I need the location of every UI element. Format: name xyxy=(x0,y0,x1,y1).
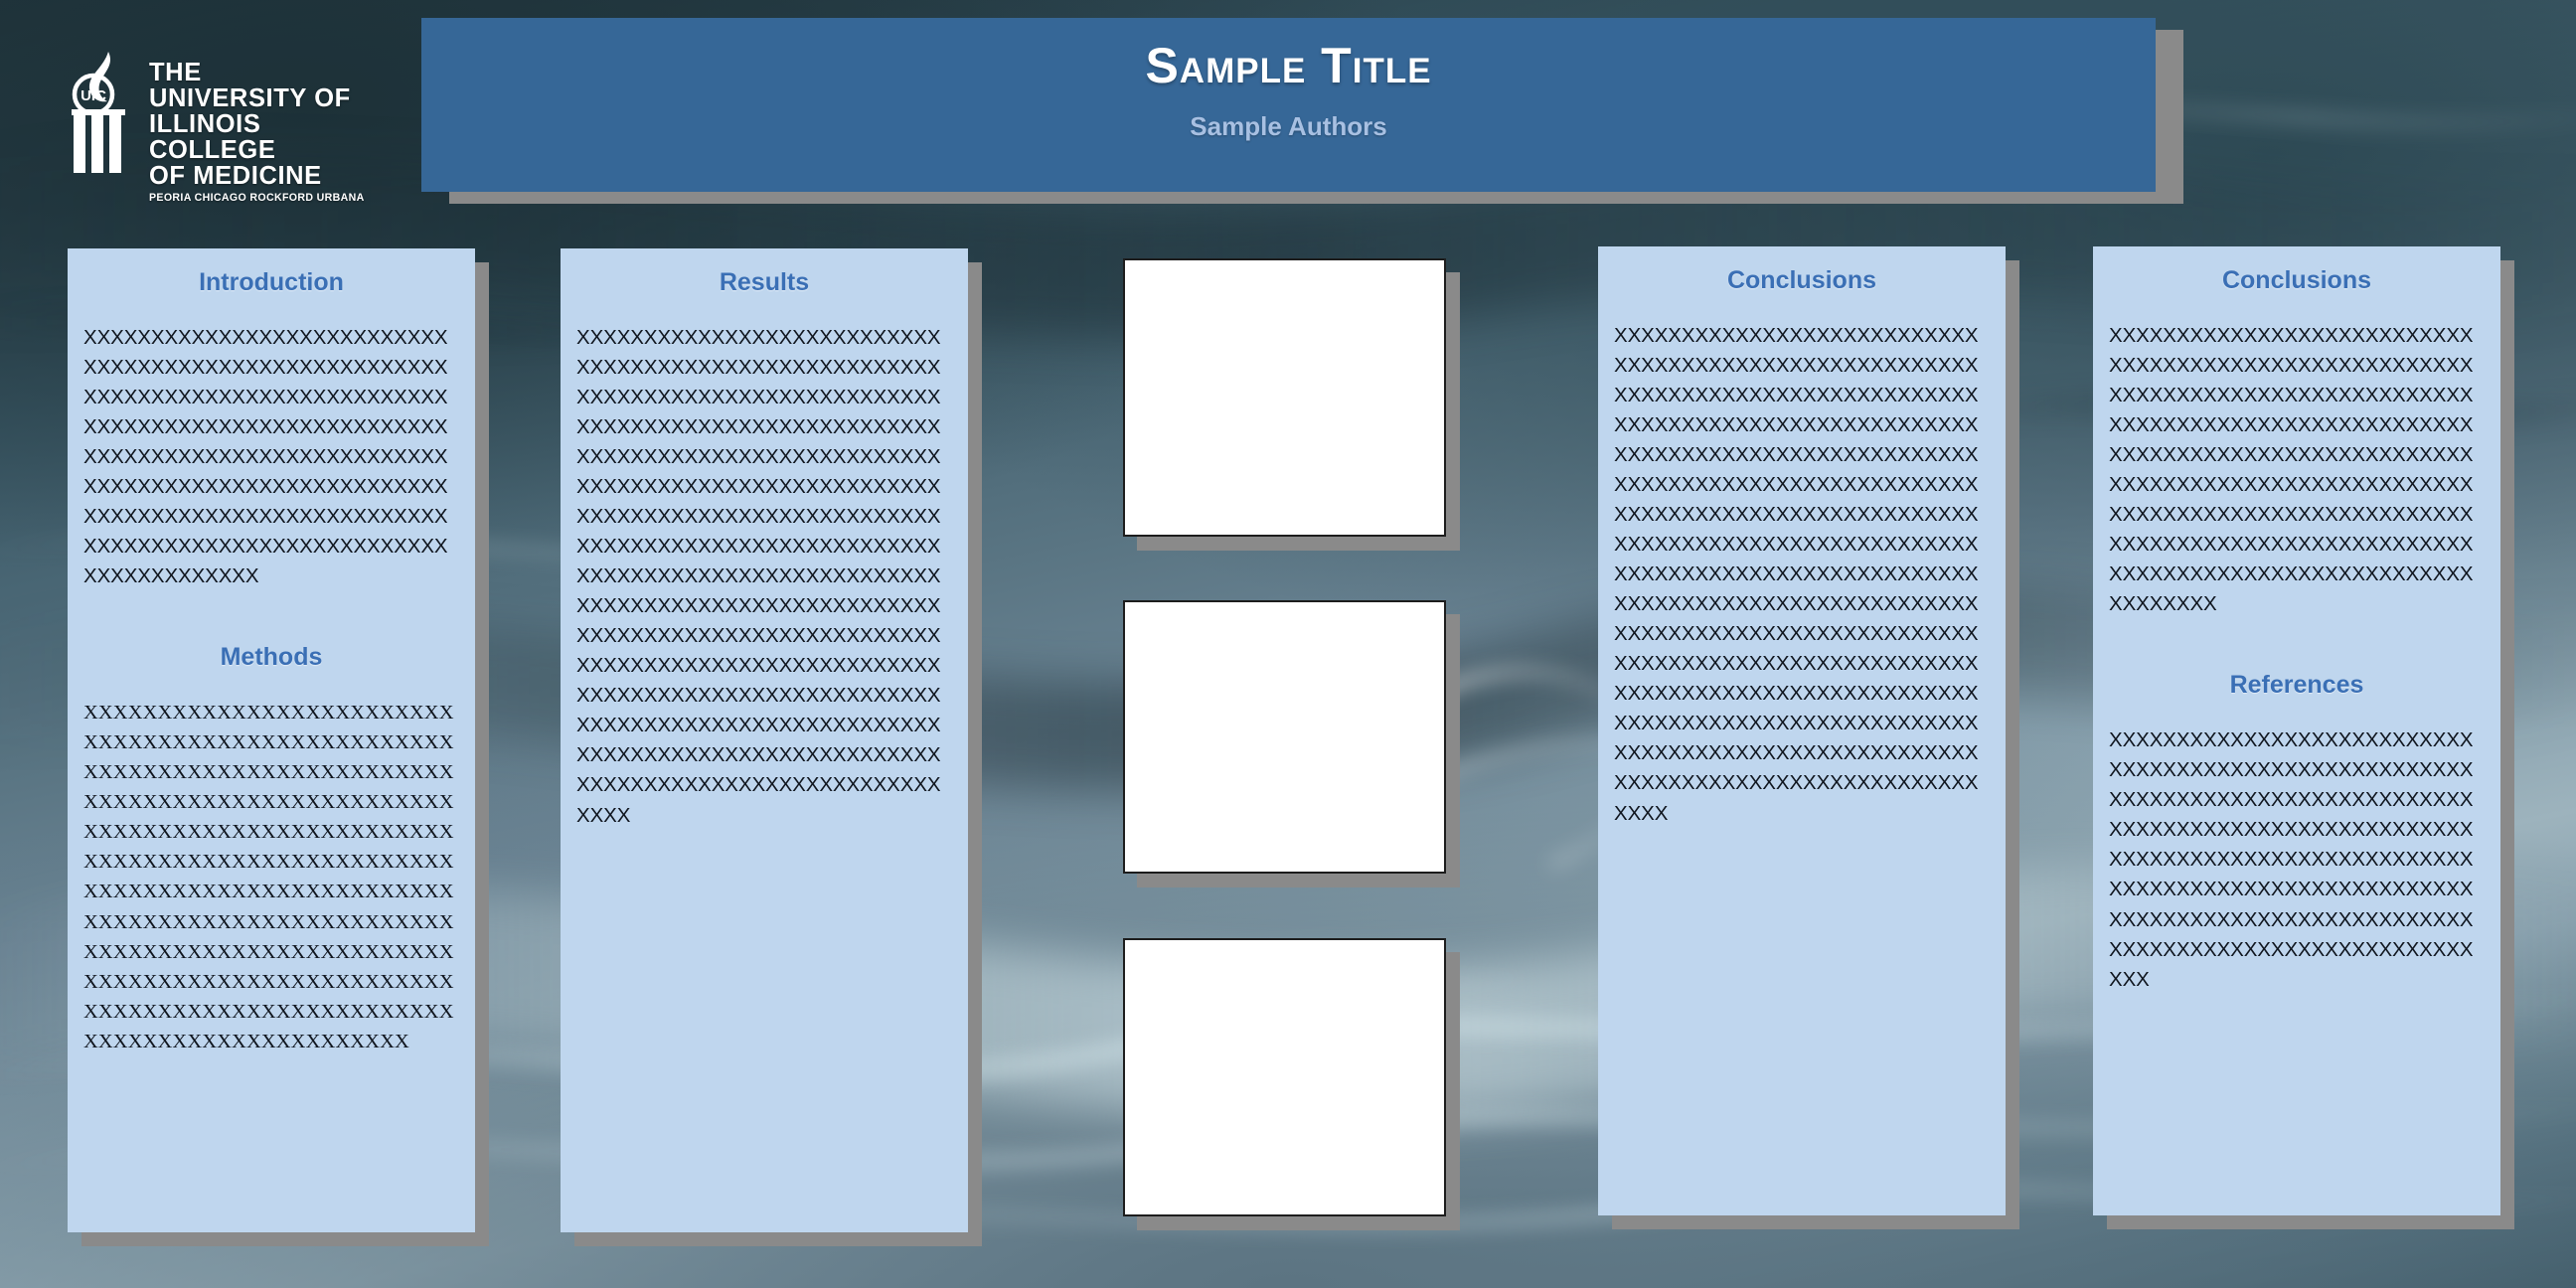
logo-wordmark: THE UNIVERSITY OF ILLINOIS COLLEGE OF ME… xyxy=(149,48,365,204)
image-placeholder-2[interactable] xyxy=(1123,600,1460,887)
image-drop-area[interactable] xyxy=(1123,258,1446,537)
section-body-references: XXXXXXXXXXXXXXXXXXXXXXXXXXXXXXXXXXXXXXXX… xyxy=(2109,728,2474,991)
image-placeholder-1[interactable] xyxy=(1123,258,1460,551)
uic-college-of-medicine-logo: UIC THE UNIVERSITY OF ILLINOIS COLLEGE O… xyxy=(62,48,365,204)
svg-text:UIC: UIC xyxy=(80,87,106,104)
uic-flame-pillars-icon: UIC xyxy=(62,48,135,177)
panel-body: Introduction XXXXXXXXXXXXXXXXXXXXXXXXXXX… xyxy=(68,248,475,1232)
logo-campuses: PEORIA CHICAGO ROCKFORD URBANA xyxy=(149,192,365,204)
content-column-4: Conclusions XXXXXXXXXXXXXXXXXXXXXXXXXXXX… xyxy=(2093,246,2514,1229)
section-heading-conclusions-2: Conclusions xyxy=(2221,266,2371,294)
content-column-3: Conclusions XXXXXXXXXXXXXXXXXXXXXXXXXXXX… xyxy=(1598,246,2019,1229)
logo-line-3: ILLINOIS xyxy=(149,110,261,138)
section-body-conclusions: XXXXXXXXXXXXXXXXXXXXXXXXXXXXXXXXXXXXXXXX… xyxy=(1614,324,1979,825)
content-column-2: Results XXXXXXXXXXXXXXXXXXXXXXXXXXXXXXXX… xyxy=(561,248,982,1246)
section-body-methods: XXXXXXXXXXXXXXXXXXXXXXXXXXXXXXXXXXXXXXXX… xyxy=(83,702,454,1052)
logo-line-4: COLLEGE xyxy=(149,136,276,164)
panel-body: Conclusions XXXXXXXXXXXXXXXXXXXXXXXXXXXX… xyxy=(2093,246,2500,1215)
logo-line-5: OF MEDICINE xyxy=(149,162,322,190)
poster-title: Sample Title xyxy=(1145,38,1432,93)
section-heading-methods: Methods xyxy=(220,643,323,672)
poster-authors: Sample Authors xyxy=(1190,110,1387,141)
content-column-1: Introduction XXXXXXXXXXXXXXXXXXXXXXXXXXX… xyxy=(68,248,489,1246)
section-heading-references: References xyxy=(2229,671,2364,700)
section-body-results: XXXXXXXXXXXXXXXXXXXXXXXXXXXXXXXXXXXXXXXX… xyxy=(576,326,941,827)
panel-body: Results XXXXXXXXXXXXXXXXXXXXXXXXXXXXXXXX… xyxy=(561,248,968,1232)
section-heading-conclusions: Conclusions xyxy=(1726,266,1876,294)
logo-line-1: THE xyxy=(149,59,202,86)
title-banner: Sample Title Sample Authors xyxy=(421,18,2156,192)
section-heading-results: Results xyxy=(719,268,810,296)
panel-body: Conclusions XXXXXXXXXXXXXXXXXXXXXXXXXXXX… xyxy=(1598,246,2006,1215)
section-body-introduction: XXXXXXXXXXXXXXXXXXXXXXXXXXXXXXXXXXXXXXXX… xyxy=(83,326,448,588)
section-heading-introduction: Introduction xyxy=(199,268,344,296)
image-placeholder-3[interactable] xyxy=(1123,938,1460,1230)
logo-line-2: UNIVERSITY OF xyxy=(149,84,351,112)
image-drop-area[interactable] xyxy=(1123,600,1446,874)
image-drop-area[interactable] xyxy=(1123,938,1446,1216)
section-body-conclusions-2: XXXXXXXXXXXXXXXXXXXXXXXXXXXXXXXXXXXXXXXX… xyxy=(2109,324,2474,616)
